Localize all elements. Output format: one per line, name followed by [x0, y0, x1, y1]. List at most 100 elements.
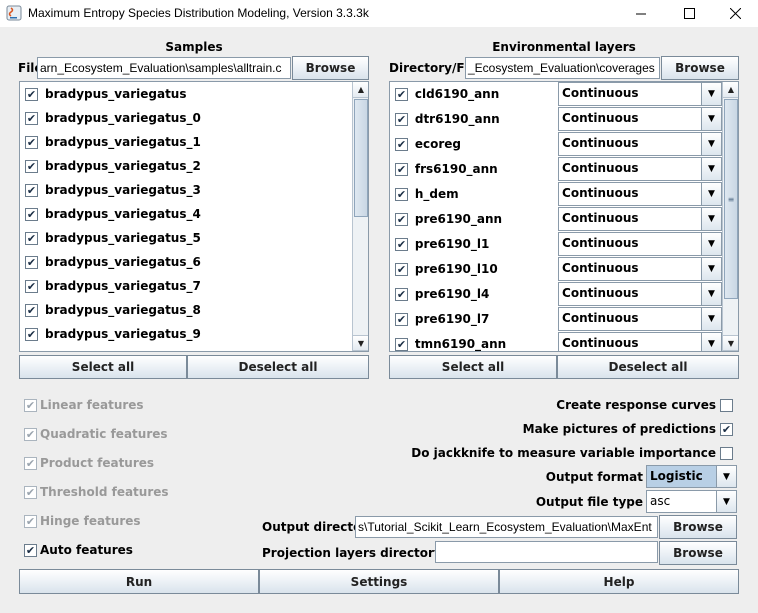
settings-button[interactable]: Settings — [259, 569, 499, 594]
samples-header: Samples — [165, 40, 223, 54]
sample-row[interactable]: ✔ bradypus_variegatus_2 — [20, 154, 201, 178]
sample-row[interactable]: ✔ bradypus_variegatus_0 — [20, 106, 201, 130]
env-layer-type-select[interactable]: Continuous ▼ — [558, 207, 722, 231]
sample-row[interactable]: ✔ bradypus_variegatus_1 — [20, 130, 201, 154]
env-layer-type-select[interactable]: Continuous ▼ — [558, 307, 722, 331]
jackknife-checkbox[interactable] — [720, 447, 733, 460]
env-layer-checkbox[interactable]: ✔ — [395, 237, 408, 251]
chevron-down-icon: ▼ — [716, 466, 736, 487]
sample-name: bradypus_variegatus_0 — [45, 111, 201, 125]
sample-checkbox[interactable]: ✔ — [25, 135, 38, 149]
samples-file-input[interactable]: arn_Ecosystem_Evaluation\samples\alltrai… — [37, 57, 291, 79]
sample-row[interactable]: ✔ bradypus_variegatus_3 — [20, 178, 201, 202]
sample-checkbox[interactable]: ✔ — [25, 87, 38, 101]
sample-checkbox[interactable]: ✔ — [25, 303, 38, 317]
pictures-checkbox[interactable]: ✔ — [720, 423, 733, 436]
output-dir-browse-button[interactable]: Browse — [659, 515, 737, 539]
env-layer-checkbox[interactable]: ✔ — [395, 162, 408, 176]
output-dir-input[interactable]: s\Tutorial_Scikit_Learn_Ecosystem_Evalua… — [355, 516, 658, 538]
output-file-type-select[interactable]: asc ▼ — [646, 490, 737, 513]
env-layer-checkbox[interactable]: ✔ — [395, 312, 408, 326]
sample-row[interactable]: ✔ bradypus_variegatus_7 — [20, 274, 201, 298]
sample-row[interactable]: ✔ bradypus_variegatus_4 — [20, 202, 201, 226]
samples-deselect-all-button[interactable]: Deselect all — [187, 355, 369, 379]
chevron-down-icon: ▼ — [701, 183, 721, 205]
sample-row[interactable]: ✔ bradypus_variegatus_9 — [20, 322, 201, 346]
minimize-icon — [636, 13, 646, 14]
scroll-up-arrow-icon[interactable]: ▲ — [723, 82, 738, 98]
projection-browse-button[interactable]: Browse — [659, 541, 737, 565]
env-layer-checkbox[interactable]: ✔ — [395, 187, 408, 201]
env-layer-checkbox[interactable]: ✔ — [395, 262, 408, 276]
response-curves-checkbox[interactable] — [720, 399, 733, 412]
env-select-all-button[interactable]: Select all — [389, 355, 557, 379]
close-button[interactable] — [712, 0, 758, 27]
help-button[interactable]: Help — [499, 569, 739, 594]
scroll-up-arrow-icon[interactable]: ▲ — [353, 82, 368, 98]
run-button[interactable]: Run — [19, 569, 259, 594]
sample-checkbox[interactable]: ✔ — [25, 231, 38, 245]
sample-row[interactable]: ✔ bradypus_variegatus_8 — [20, 298, 201, 322]
env-layer-type-select[interactable]: Continuous ▼ — [558, 257, 722, 281]
feature-label: Threshold features — [40, 485, 169, 499]
env-layer-type-select[interactable]: Continuous ▼ — [558, 157, 722, 181]
env-layer-checkbox[interactable]: ✔ — [395, 212, 408, 226]
sample-checkbox[interactable]: ✔ — [25, 255, 38, 269]
scroll-thumb[interactable] — [354, 99, 368, 217]
env-layer-row[interactable]: ✔ tmn6190_ann Continuous ▼ — [390, 332, 722, 351]
scroll-down-arrow-icon[interactable]: ▼ — [353, 335, 368, 351]
env-layer-checkbox[interactable]: ✔ — [395, 87, 408, 101]
env-layer-type-select[interactable]: Continuous ▼ — [558, 132, 722, 156]
feature-checkbox[interactable]: ✔ — [24, 544, 37, 557]
projection-input[interactable] — [435, 541, 658, 563]
sample-row[interactable]: ✔ bradypus_variegatus — [20, 82, 187, 106]
env-browse-button[interactable]: Browse — [661, 56, 739, 80]
chevron-down-icon: ▼ — [701, 308, 721, 330]
env-layer-checkbox[interactable]: ✔ — [395, 137, 408, 151]
env-layer-type-select[interactable]: Continuous ▼ — [558, 332, 722, 351]
sample-row[interactable]: ✔ bradypus_variegatus_5 — [20, 226, 201, 250]
env-layer-type-select[interactable]: Continuous ▼ — [558, 82, 722, 106]
samples-select-all-button[interactable]: Select all — [19, 355, 187, 379]
env-layers-list[interactable]: ✔ cld6190_ann Continuous ▼ ✔ dtr6190_ann Conti… — [389, 81, 739, 352]
samples-browse-button[interactable]: Browse — [292, 56, 369, 80]
env-deselect-all-button[interactable]: Deselect all — [557, 355, 739, 379]
sample-checkbox[interactable]: ✔ — [25, 111, 38, 125]
env-layer-row[interactable]: ✔ ecoreg Continuous ▼ — [390, 132, 722, 156]
env-layer-row[interactable]: ✔ h_dem Continuous ▼ — [390, 182, 722, 206]
scroll-thumb[interactable]: ≡ — [724, 99, 738, 299]
sample-checkbox[interactable]: ✔ — [25, 207, 38, 221]
sample-checkbox[interactable]: ✔ — [25, 183, 38, 197]
sample-name: bradypus_variegatus_7 — [45, 279, 201, 293]
env-layer-row[interactable]: ✔ cld6190_ann Continuous ▼ — [390, 82, 722, 106]
env-layer-row[interactable]: ✔ pre6190_l7 Continuous ▼ — [390, 307, 722, 331]
env-layer-type-select[interactable]: Continuous ▼ — [558, 232, 722, 256]
env-layer-checkbox[interactable]: ✔ — [395, 337, 408, 351]
sample-checkbox[interactable]: ✔ — [25, 327, 38, 341]
samples-scrollbar[interactable]: ▲ ▼ — [352, 82, 368, 351]
env-scrollbar[interactable]: ▲ ≡ ▼ — [722, 82, 738, 351]
env-layer-type-select[interactable]: Continuous ▼ — [558, 282, 722, 306]
env-layer-row[interactable]: ✔ frs6190_ann Continuous ▼ — [390, 157, 722, 181]
env-layer-checkbox[interactable]: ✔ — [395, 287, 408, 301]
env-layer-row[interactable]: ✔ dtr6190_ann Continuous ▼ — [390, 107, 722, 131]
output-format-select[interactable]: Logistic ▼ — [646, 465, 737, 488]
env-dir-input[interactable]: _Ecosystem_Evaluation\coverages — [465, 57, 660, 79]
env-layer-row[interactable]: ✔ pre6190_l4 Continuous ▼ — [390, 282, 722, 306]
env-layer-checkbox[interactable]: ✔ — [395, 112, 408, 126]
sample-checkbox[interactable]: ✔ — [25, 159, 38, 173]
env-layer-type-select[interactable]: Continuous ▼ — [558, 107, 722, 131]
minimize-button[interactable] — [618, 0, 664, 27]
maximize-button[interactable] — [666, 0, 712, 27]
sample-checkbox[interactable]: ✔ — [25, 279, 38, 293]
sample-row[interactable]: ✔ bradypus_variegatus_6 — [20, 250, 201, 274]
env-layer-name: dtr6190_ann — [414, 112, 500, 126]
scroll-down-arrow-icon[interactable]: ▼ — [723, 335, 738, 351]
samples-list[interactable]: ✔ bradypus_variegatus ✔ bradypus_variegatus… — [19, 81, 369, 352]
env-layer-row[interactable]: ✔ pre6190_ann Continuous ▼ — [390, 207, 722, 231]
env-layer-row[interactable]: ✔ pre6190_l1 Continuous ▼ — [390, 232, 722, 256]
env-layer-type-select[interactable]: Continuous ▼ — [558, 182, 722, 206]
env-layer-row[interactable]: ✔ pre6190_l10 Continuous ▼ — [390, 257, 722, 281]
feature-checkbox: ✔ — [24, 428, 37, 441]
java-app-icon — [6, 5, 22, 21]
